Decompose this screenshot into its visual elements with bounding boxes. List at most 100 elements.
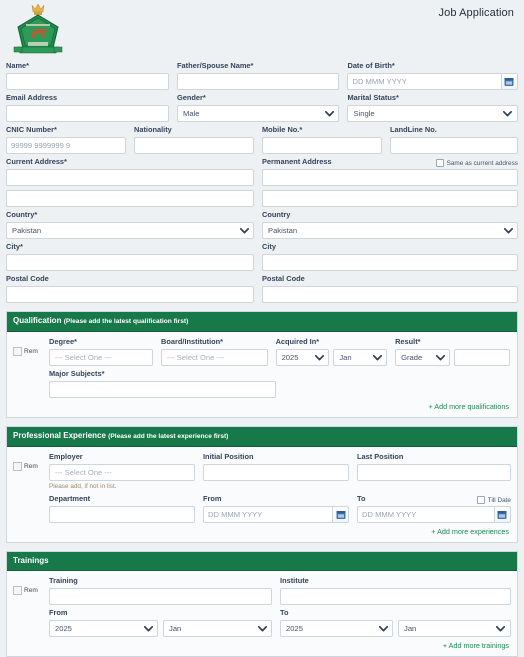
- broken-image-icon: [13, 462, 22, 471]
- marital-status-select[interactable]: Single: [347, 105, 518, 122]
- acquired-in-month-select[interactable]: Jan: [333, 349, 388, 366]
- label-training-from: From: [49, 608, 68, 617]
- permanent-address-line1-input[interactable]: [262, 169, 518, 186]
- result-value-input[interactable]: [454, 349, 510, 366]
- training-from-month-value: Jan: [169, 624, 182, 633]
- training-to-month-select[interactable]: Jan: [398, 620, 511, 637]
- field-experience-from: From: [203, 491, 357, 523]
- employer-select[interactable]: --- Select One ---: [49, 464, 195, 481]
- employer-selected-value: --- Select One ---: [55, 468, 112, 477]
- field-nationality: Nationality: [134, 122, 262, 154]
- permanent-country-select[interactable]: Pakistan: [262, 222, 518, 239]
- remove-label: Rem: [24, 587, 38, 594]
- training-to-year-select[interactable]: 2025: [280, 620, 394, 637]
- chevron-down-icon: [322, 106, 336, 121]
- field-institute: Institute: [280, 573, 511, 605]
- checkbox-box[interactable]: [435, 159, 444, 167]
- qualification-remove-button[interactable]: Rem: [13, 334, 49, 366]
- current-address-line1-input[interactable]: [6, 169, 254, 186]
- checkbox-box[interactable]: [476, 496, 485, 504]
- field-current-address: Current Address*: [6, 154, 262, 207]
- label-training: Training: [49, 576, 78, 585]
- chevron-down-icon: [376, 621, 390, 636]
- training-from-year-select[interactable]: 2025: [49, 620, 159, 637]
- till-date-label: Till Date: [487, 496, 511, 504]
- department-input[interactable]: [49, 506, 195, 523]
- add-more-experiences-link[interactable]: + Add more experiences: [13, 523, 511, 536]
- major-subjects-input[interactable]: [49, 381, 276, 398]
- field-permanent-address: Permanent Address Same as current addres…: [262, 154, 518, 207]
- father-spouse-name-input[interactable]: [177, 73, 340, 90]
- result-type-select[interactable]: Grade: [395, 349, 451, 366]
- label-marital-status: Marital Status*: [347, 93, 399, 102]
- landline-no-input[interactable]: [390, 137, 518, 154]
- chevron-down-icon: [501, 106, 515, 121]
- till-date-checkbox[interactable]: Till Date: [476, 496, 511, 504]
- label-initial-position: Initial Position: [203, 452, 254, 461]
- trainings-remove-button[interactable]: Rem: [13, 573, 49, 605]
- field-permanent-postal-code: Postal Code: [262, 271, 518, 303]
- label-cnic-number: CNIC Number*: [6, 125, 57, 134]
- current-postal-code-input[interactable]: [6, 286, 254, 303]
- institute-input[interactable]: [280, 588, 511, 605]
- gender-select[interactable]: Male: [177, 105, 340, 122]
- training-from-month-select[interactable]: Jan: [163, 620, 273, 637]
- calendar-icon[interactable]: [332, 506, 349, 523]
- chevron-down-icon: [494, 621, 508, 636]
- calendar-icon[interactable]: [500, 73, 518, 90]
- name-input[interactable]: [6, 73, 169, 90]
- label-training-to: To: [280, 608, 289, 617]
- chevron-down-icon: [255, 621, 269, 636]
- training-input[interactable]: [49, 588, 273, 605]
- permanent-city-input[interactable]: [262, 254, 518, 271]
- remove-row-icon[interactable]: Rem: [13, 462, 49, 471]
- chevron-down-icon: [237, 223, 251, 238]
- add-more-qualifications-link[interactable]: + Add more qualifications: [13, 398, 511, 411]
- label-board-institution: Board/Institution*: [161, 337, 224, 346]
- broken-image-icon: [13, 586, 22, 595]
- chevron-down-icon: [370, 350, 384, 365]
- current-address-line2-input[interactable]: [6, 190, 254, 207]
- current-country-select[interactable]: Pakistan: [6, 222, 254, 239]
- trainings-section-header: Trainings: [7, 552, 517, 571]
- mobile-no-input[interactable]: [262, 137, 382, 154]
- personal-row-identity: CNIC Number* Nationality Mobile No.* Lan…: [6, 122, 518, 154]
- experience-from-input[interactable]: [203, 506, 332, 523]
- email-address-input[interactable]: [6, 105, 169, 122]
- permanent-address-line2-input[interactable]: [262, 190, 518, 207]
- acquired-in-year-select[interactable]: 2025: [275, 349, 330, 366]
- label-date-of-birth: Date of Birth*: [347, 61, 395, 70]
- remove-row-icon[interactable]: Rem: [13, 586, 49, 595]
- trainings-section-title: Trainings: [13, 556, 49, 565]
- label-current-postal-code: Postal Code: [6, 274, 49, 283]
- label-current-city: City*: [6, 242, 23, 251]
- board-institution-select[interactable]: --- Select One ---: [161, 349, 268, 366]
- permanent-postal-code-input[interactable]: [262, 286, 518, 303]
- board-institution-selected-value: --- Select One ---: [167, 353, 225, 362]
- date-of-birth-input[interactable]: [347, 73, 501, 90]
- marital-status-selected-value: Single: [353, 109, 375, 118]
- experience-to-input[interactable]: [357, 506, 494, 523]
- qualification-section-note: (Please add the latest qualification fir…: [63, 318, 189, 325]
- label-major-subjects: Major Subjects*: [49, 369, 105, 378]
- remove-row-icon[interactable]: Rem: [13, 347, 49, 356]
- last-position-input[interactable]: [357, 464, 511, 481]
- personal-row-contact: Email Address Gender* Male Marital Statu…: [6, 90, 518, 122]
- professional-experience-section-title: Professional Experience: [13, 431, 106, 440]
- remove-label: Rem: [24, 348, 38, 355]
- experience-remove-button[interactable]: Rem: [13, 449, 49, 491]
- current-city-input[interactable]: [6, 254, 254, 271]
- date-of-birth-picker: [347, 73, 518, 90]
- degree-select[interactable]: --- Select One ---: [49, 349, 154, 366]
- calendar-icon[interactable]: [493, 506, 511, 523]
- add-more-trainings-link[interactable]: + Add more trainings: [13, 637, 511, 650]
- qualification-section-title: Qualification: [13, 316, 62, 325]
- initial-position-input[interactable]: [203, 464, 349, 481]
- label-employer: Employer: [49, 452, 83, 461]
- label-mobile-no: Mobile No.*: [262, 125, 303, 134]
- label-email-address: Email Address: [6, 93, 58, 102]
- same-as-current-address-checkbox[interactable]: Same as current address: [435, 159, 518, 167]
- nationality-input[interactable]: [134, 137, 254, 154]
- field-acquired-in: Acquired In* 2025 Jan: [275, 334, 396, 366]
- cnic-number-input[interactable]: [6, 137, 126, 154]
